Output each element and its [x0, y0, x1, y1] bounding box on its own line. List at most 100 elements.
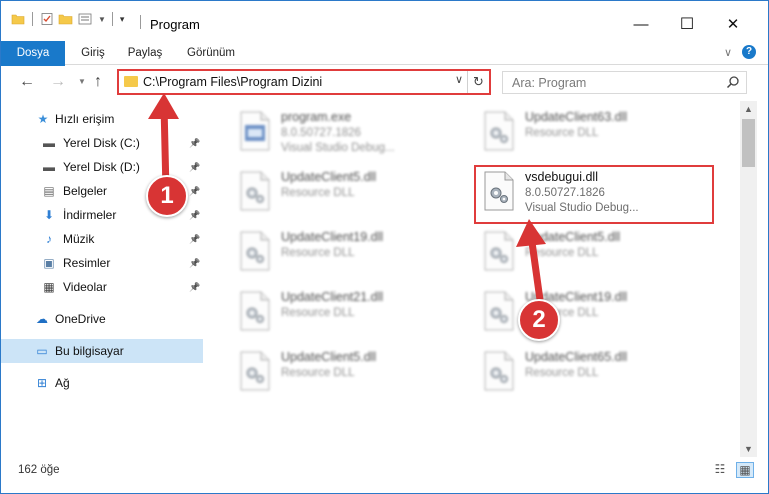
search-input[interactable]: Ara: Program: [512, 76, 586, 90]
back-button[interactable]: ←: [19, 73, 35, 91]
sidebar-item[interactable]: ☁ OneDrive: [1, 307, 203, 331]
computer-icon: ▭: [36, 344, 48, 358]
file-description: Visual Studio Debug...: [281, 142, 395, 154]
pin-icon[interactable]: 📌: [189, 138, 200, 149]
file-item[interactable]: UpdateClient19.dll Resource DLL: [233, 225, 468, 281]
pin-icon[interactable]: 📌: [189, 162, 200, 173]
expand-ribbon-icon[interactable]: ∨: [724, 46, 732, 59]
drive-icon: ▬: [43, 136, 55, 150]
file-item[interactable]: program.exe 8.0.50727.1826 Visual Studio D…: [233, 105, 468, 161]
dll-file-icon: [240, 291, 270, 331]
chevron-down-icon[interactable]: ∨: [455, 73, 463, 86]
up-button[interactable]: ↑: [94, 73, 102, 91]
customize-qat-icon[interactable]: ▾: [120, 14, 125, 25]
details-view-button[interactable]: ☷: [711, 462, 729, 478]
file-item[interactable]: UpdateClient65.dll Resource DLL: [477, 345, 712, 401]
drive-icon: ▬: [43, 160, 55, 174]
file-detail: Resource DLL: [525, 127, 599, 139]
tab-view[interactable]: Görünüm: [182, 41, 240, 65]
window-title: Program: [150, 17, 200, 32]
file-name: program.exe: [281, 110, 352, 124]
star-icon: ★: [37, 112, 49, 126]
forward-button[interactable]: →: [50, 73, 66, 91]
file-item[interactable]: UpdateClient5.dll Resource DLL: [233, 345, 468, 401]
refresh-button[interactable]: ↻: [467, 71, 489, 93]
view-options-icon[interactable]: [78, 12, 94, 26]
file-name: UpdateClient65.dll: [525, 350, 628, 364]
recent-locations-icon[interactable]: ▼: [78, 77, 86, 86]
sidebar-item-label: Yerel Disk (D:): [63, 160, 140, 174]
sidebar-item-label: Bu bilgisayar: [55, 344, 124, 358]
dll-file-icon: [484, 231, 514, 271]
close-button[interactable]: ✕: [710, 9, 756, 39]
address-row: ← → ▼ ↑ C:\Program Files\Program Dizini …: [1, 66, 768, 100]
sidebar-item[interactable]: ★ Hızlı erişim: [1, 107, 203, 131]
scroll-thumb[interactable]: [742, 119, 755, 167]
tab-share[interactable]: Paylaş: [124, 41, 166, 65]
pin-icon[interactable]: 📌: [189, 210, 200, 221]
sidebar-item[interactable]: ▬ Yerel Disk (C:) 📌: [1, 131, 203, 155]
chevron-down-icon[interactable]: ▼: [98, 15, 106, 24]
search-icon[interactable]: [726, 75, 740, 89]
explorer-window: ▼ ▾ Program — ☐ ✕ Dosya Giriş Paylaş Gör…: [0, 0, 769, 494]
file-item[interactable]: UpdateClient21.dll Resource DLL: [233, 285, 468, 341]
qat-separator: [32, 12, 33, 26]
pin-icon[interactable]: 📌: [189, 282, 200, 293]
sidebar-item-label: Resimler: [63, 256, 111, 270]
status-bar: 162 öğe ☷ ▦: [1, 459, 768, 493]
dll-file-icon: [484, 291, 514, 331]
address-bar[interactable]: C:\Program Files\Program Dizini ∨ ↻: [117, 69, 491, 95]
scroll-down-button[interactable]: ▼: [740, 441, 757, 457]
documents-icon: ▤: [43, 184, 55, 198]
folder-icon: [124, 76, 138, 87]
quick-access-toolbar: ▼ ▾: [11, 12, 124, 26]
search-box[interactable]: Ara: Program: [502, 71, 747, 94]
properties-icon[interactable]: [40, 12, 54, 26]
file-name: UpdateClient19.dll: [281, 230, 384, 244]
file-item[interactable]: UpdateClient63.dll Resource DLL: [477, 105, 712, 161]
file-item[interactable]: UpdateClient5.dll Resource DLL: [477, 225, 712, 281]
minimize-button[interactable]: —: [618, 9, 664, 39]
target-file-highlight: [474, 165, 714, 224]
address-path[interactable]: C:\Program Files\Program Dizini: [143, 75, 322, 89]
tab-home[interactable]: Giriş: [73, 41, 113, 65]
sidebar-item[interactable]: ⬇ İndirmeler 📌: [1, 203, 203, 227]
sidebar-item[interactable]: ♪ Müzik 📌: [1, 227, 203, 251]
file-item[interactable]: UpdateClient19.dll Resource DLL: [477, 285, 712, 341]
sidebar-item[interactable]: ▦ Videolar 📌: [1, 275, 203, 299]
sidebar-item[interactable]: ▤ Belgeler 📌: [1, 179, 203, 203]
file-detail: Resource DLL: [525, 367, 599, 379]
file-item[interactable]: UpdateClient5.dll Resource DLL: [233, 165, 468, 221]
file-name: UpdateClient63.dll: [525, 110, 628, 124]
large-icons-view-button[interactable]: ▦: [736, 462, 754, 478]
sidebar-item-label: Ağ: [55, 376, 70, 390]
help-icon[interactable]: ?: [742, 45, 756, 59]
file-detail: Resource DLL: [281, 247, 355, 259]
network-icon: ⊞: [36, 376, 48, 390]
new-folder-icon[interactable]: [58, 12, 74, 26]
file-name: UpdateClient5.dll: [281, 170, 377, 184]
sidebar-item-label: İndirmeler: [63, 208, 117, 222]
file-name: UpdateClient5.dll: [525, 230, 621, 244]
ribbon-right-controls: ∨ ?: [724, 45, 756, 59]
file-detail: Resource DLL: [525, 247, 599, 259]
pin-icon[interactable]: 📌: [189, 258, 200, 269]
sidebar-item[interactable]: ▬ Yerel Disk (D:) 📌: [1, 155, 203, 179]
sidebar-item-label: Videolar: [63, 280, 107, 294]
pin-icon[interactable]: 📌: [189, 186, 200, 197]
exe-file-icon: [240, 111, 270, 151]
file-list: program.exe 8.0.50727.1826 Visual Studio D…: [207, 101, 740, 457]
sidebar-item[interactable]: ▭ Bu bilgisayar: [1, 339, 203, 363]
sidebar-item-label: Belgeler: [63, 184, 108, 198]
maximize-button[interactable]: ☐: [664, 9, 710, 39]
sidebar-item-label: OneDrive: [55, 312, 106, 326]
file-detail: Resource DLL: [525, 307, 599, 319]
dll-file-icon: [484, 351, 514, 391]
vertical-scrollbar[interactable]: ▲ ▼: [740, 101, 757, 457]
pin-icon[interactable]: 📌: [189, 234, 200, 245]
scroll-up-button[interactable]: ▲: [740, 101, 757, 117]
video-icon: ▦: [43, 280, 55, 294]
sidebar-item[interactable]: ▣ Resimler 📌: [1, 251, 203, 275]
sidebar-item[interactable]: ⊞ Ağ: [1, 371, 203, 395]
title-separator: [140, 15, 141, 29]
